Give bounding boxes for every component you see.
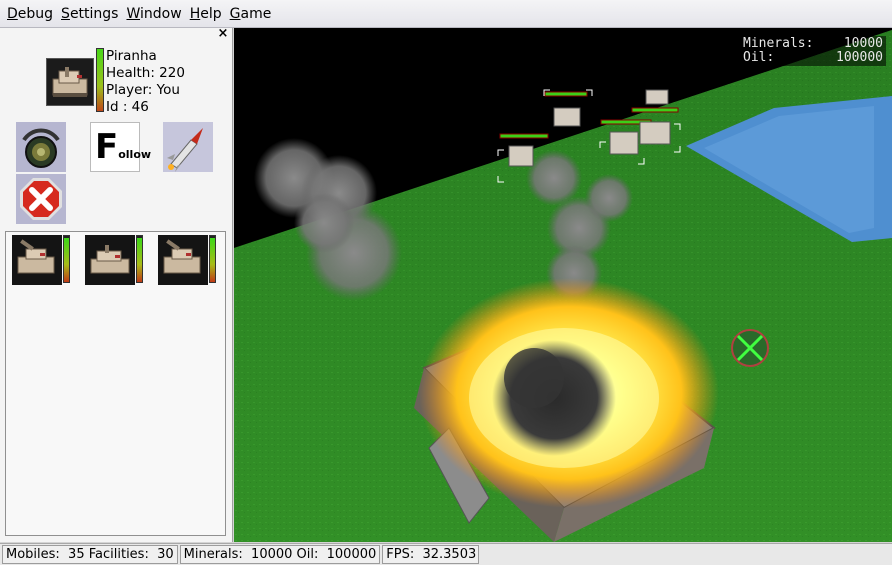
selected-unit-1-tank-icon[interactable] — [12, 235, 62, 285]
cancel-x-icon — [20, 178, 62, 220]
stop-command-button[interactable] — [16, 122, 66, 172]
missile-attack-button[interactable] — [163, 122, 213, 172]
status-fps: FPS: 32.3503 — [382, 545, 480, 564]
unit-health-bar — [96, 48, 104, 112]
overlay-oil-value: 100000 — [836, 50, 883, 65]
list-bar-fill-3 — [210, 238, 215, 282]
unit-portrait-tank-icon — [46, 58, 94, 106]
cancel-command-button[interactable] — [16, 174, 66, 224]
unit-health-fill — [97, 49, 103, 111]
unit-id: Id : 46 — [106, 99, 149, 115]
game-3d-viewport[interactable]: Minerals: 10000 Oil: 100000 — [234, 28, 892, 542]
status-bar: Mobiles: 35 Facilities: 30 Minerals: 100… — [0, 543, 892, 565]
follow-label: Follow — [95, 127, 152, 167]
menu-game[interactable]: Game — [226, 0, 276, 28]
list-bar-fill-1 — [64, 238, 69, 282]
selected-unit-2-health-bar — [136, 235, 143, 283]
selected-unit-2-tank-icon[interactable] — [85, 235, 135, 285]
overlay-minerals-label: Minerals: — [743, 36, 814, 51]
enemy-tank-1 — [543, 89, 593, 127]
unit-info-panel: × Piranha Health: 220 Player: You Id : 4… — [0, 27, 233, 542]
close-panel-button[interactable]: × — [217, 27, 229, 40]
unit-health: Health: 220 — [106, 65, 185, 81]
menu-settings[interactable]: Settings — [57, 0, 122, 28]
game-scene — [234, 30, 892, 542]
game-window: Debug Settings Window Help Game × Piranh… — [0, 0, 892, 565]
unit-player: Player: You — [106, 82, 180, 98]
resource-overlay: Minerals: 10000 Oil: 100000 — [740, 36, 886, 66]
rally-point-marker — [731, 329, 769, 367]
selected-unit-3-health-bar — [209, 235, 216, 283]
follow-command-button[interactable]: Follow — [90, 122, 151, 172]
mine-icon — [22, 128, 60, 168]
menu-bar: Debug Settings Window Help Game — [0, 0, 892, 28]
status-unit-counts: Mobiles: 35 Facilities: 30 — [2, 545, 178, 564]
menu-debug[interactable]: Debug — [3, 0, 57, 28]
status-resources: Minerals: 10000 Oil: 100000 — [179, 545, 381, 564]
overlay-minerals-value: 10000 — [843, 36, 883, 51]
selected-unit-3-tank-icon[interactable] — [158, 235, 208, 285]
overlay-oil-label: Oil: — [743, 50, 775, 65]
selected-units-list — [5, 231, 226, 536]
menu-help[interactable]: Help — [186, 0, 226, 28]
list-bar-fill-2 — [137, 238, 142, 282]
unit-name: Piranha — [106, 48, 157, 64]
missile-icon — [167, 128, 203, 172]
selected-unit-1-health-bar — [63, 235, 70, 283]
menu-window[interactable]: Window — [122, 0, 185, 28]
